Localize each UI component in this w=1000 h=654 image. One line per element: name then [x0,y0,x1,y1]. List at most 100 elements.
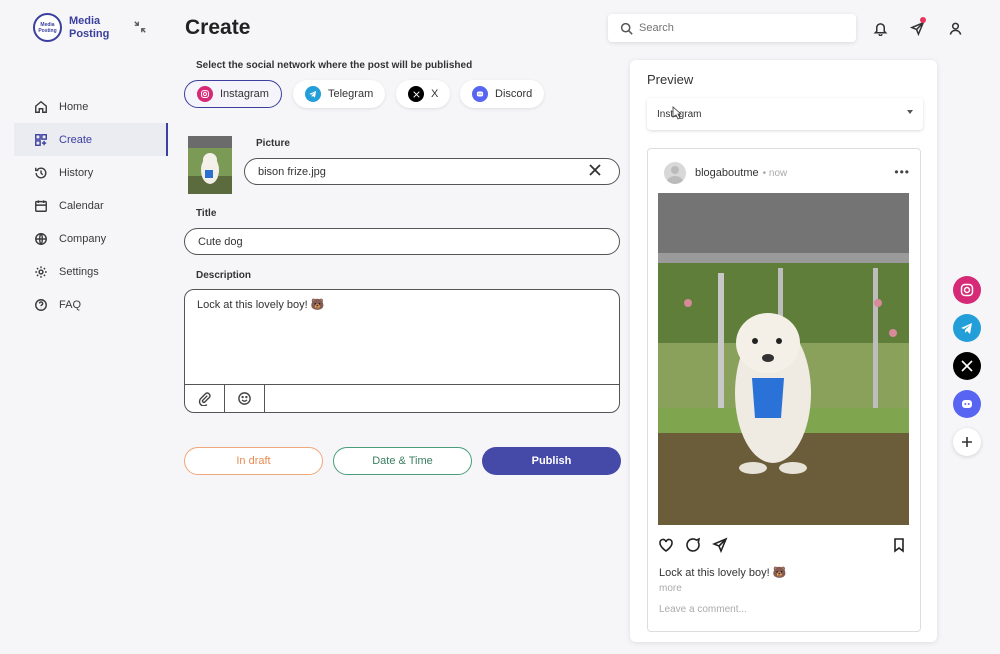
title-value: Cute dog [198,235,243,248]
network-select-label: Select the social network where the post… [196,60,473,71]
share-icon[interactable] [712,537,728,553]
instagram-icon [197,86,213,102]
post-actions [658,537,909,555]
x-logo-icon [408,86,424,102]
brand[interactable]: Media Posting Media Posting [33,13,109,42]
sidebar-item-label: Create [59,133,93,146]
home-icon [35,100,47,113]
user-icon [949,22,961,35]
float-discord-button[interactable] [953,390,981,418]
network-chip-discord[interactable]: Discord [460,80,545,108]
grid-plus-icon [35,133,47,146]
globe-icon [35,232,47,245]
notification-dot [920,17,926,23]
search-bar[interactable] [608,14,856,42]
collapse-sidebar-icon[interactable] [133,20,149,36]
network-chip-label: Telegram [328,88,374,100]
post-caption: Lock at this lovely boy! 🐻 [659,567,787,579]
plus-icon [962,437,972,447]
post-username: blogaboutme [695,167,759,179]
attach-button[interactable] [185,385,225,412]
description-toolbar [185,384,619,412]
emoji-button[interactable] [225,385,265,412]
telegram-icon [305,86,321,102]
preview-panel: Preview Instagram blogaboutme • now ••• [630,60,937,642]
help-icon [35,298,47,311]
more-options-icon[interactable]: ••• [894,165,910,179]
post-image [658,193,909,525]
post-header: blogaboutme • now [664,162,787,184]
profile-button[interactable] [942,15,968,41]
network-chip-telegram[interactable]: Telegram [293,80,386,108]
float-x-button[interactable] [953,352,981,380]
date-time-button[interactable]: Date & Time [333,447,472,475]
sidebar-item-label: FAQ [59,298,82,311]
network-chip-label: Discord [495,88,533,100]
paperclip-icon [198,392,211,406]
heart-icon[interactable] [658,537,674,553]
picture-field[interactable]: bison frize.jpg [244,158,620,185]
sidebar-item-label: Settings [59,265,99,278]
sidebar-item-label: Home [59,100,89,113]
float-instagram-button[interactable] [953,276,981,304]
telegram-icon [961,323,972,334]
search-icon [620,22,633,35]
description-value: Lock at this lovely boy! 🐻 [197,299,325,311]
draft-button[interactable]: In draft [184,447,323,475]
search-input[interactable] [639,22,839,34]
sidebar-nav: Home Create History Calendar Company Set… [14,90,168,321]
messages-button[interactable] [904,15,930,41]
post-time: • now [762,167,788,179]
brand-line2: Posting [69,27,110,40]
sidebar-item-calendar[interactable]: Calendar [14,189,168,222]
sidebar-item-settings[interactable]: Settings [14,255,168,288]
network-chip-label: Instagram [220,88,269,100]
description-field[interactable]: Lock at this lovely boy! 🐻 [184,289,620,413]
picture-label: Picture [256,138,290,149]
title-field[interactable]: Cute dog [184,228,620,255]
sidebar-item-label: History [59,166,94,179]
discord-icon [962,400,972,408]
clear-picture-icon[interactable] [589,164,605,180]
instagram-icon [960,283,974,297]
calendar-icon [35,199,47,212]
sidebar-item-label: Company [59,232,107,245]
sidebar-item-company[interactable]: Company [14,222,168,255]
network-chip-instagram[interactable]: Instagram [184,80,282,108]
brand-line1: Media [69,14,101,27]
gear-icon [35,265,47,278]
post-time-value: now [768,167,788,179]
x-logo-icon [961,360,973,372]
sidebar-item-label: Calendar [59,199,104,212]
picture-thumbnail [188,136,232,194]
network-chip-x[interactable]: X [396,80,451,108]
bell-icon [873,22,887,36]
publish-button[interactable]: Publish [482,447,621,475]
comment-icon[interactable] [685,537,701,553]
post-comment-input[interactable]: Leave a comment... [659,604,747,615]
preview-title: Preview [647,72,694,87]
bookmark-icon[interactable] [891,537,907,553]
history-icon [35,166,47,178]
discord-icon [472,86,488,102]
sidebar-item-create[interactable]: Create [14,123,168,156]
sidebar-item-home[interactable]: Home [14,90,168,123]
title-label: Title [196,208,217,219]
avatar [664,162,686,184]
sidebar-item-history[interactable]: History [14,156,168,189]
description-label: Description [196,270,252,281]
brand-logo-text: Media Posting [38,21,57,34]
preview-network-select[interactable]: Instagram [647,98,923,130]
brand-logo: Media Posting [33,13,62,42]
post-more-link[interactable]: more [659,583,682,594]
add-network-button[interactable] [953,428,981,456]
mouse-cursor-icon [672,106,682,120]
smiley-icon [238,392,251,405]
network-chip-label: X [431,88,439,100]
sidebar-item-faq[interactable]: FAQ [14,288,168,321]
page-title: Create [185,16,251,39]
notifications-button[interactable] [867,15,893,41]
post-preview: blogaboutme • now ••• Lock at this lovel… [647,148,921,632]
sidebar: Media Posting Media Posting Home Create … [0,0,168,654]
float-telegram-button[interactable] [953,314,981,342]
